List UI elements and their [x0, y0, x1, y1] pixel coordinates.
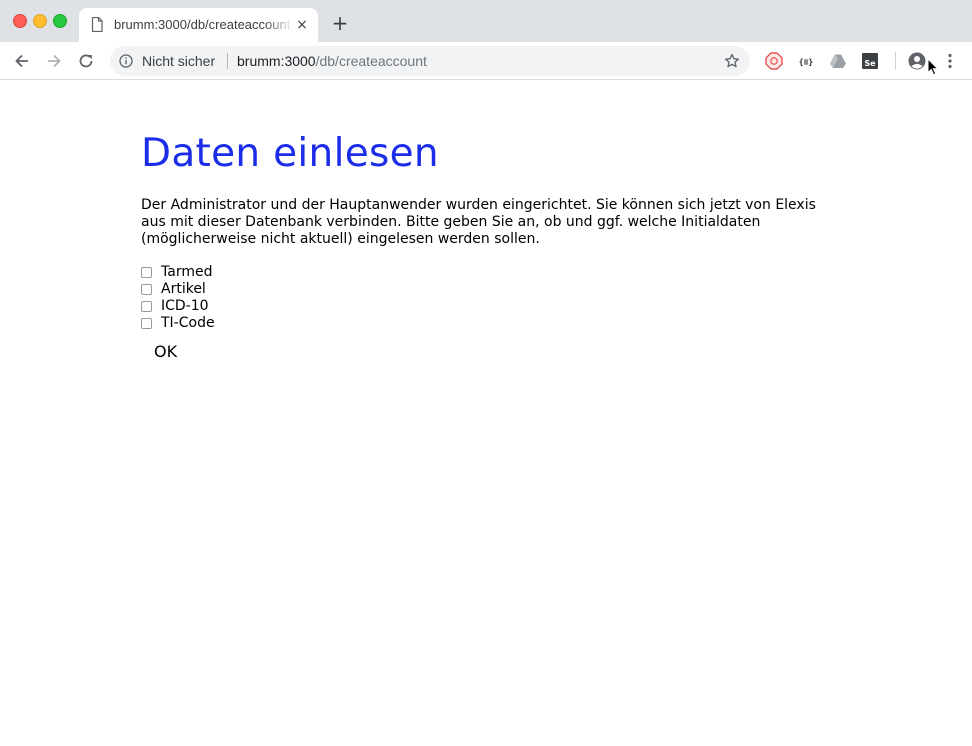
- svg-text:Se: Se: [864, 59, 876, 68]
- new-tab-button[interactable]: +: [331, 13, 349, 33]
- forward-icon[interactable]: [44, 51, 64, 71]
- url-path: /db/createaccount: [315, 53, 427, 69]
- option-label: Artikel: [161, 281, 206, 297]
- menu-icon[interactable]: [941, 52, 959, 70]
- address-bar[interactable]: Nicht sicher brumm:3000/db/createaccount: [110, 46, 750, 76]
- intro-text: Der Administrator und der Hauptanwender …: [141, 197, 816, 247]
- tab-strip: brumm:3000/db/createaccount × +: [0, 0, 972, 42]
- back-icon[interactable]: [12, 51, 32, 71]
- browser-toolbar: Nicht sicher brumm:3000/db/createaccount…: [0, 42, 972, 80]
- selenium-icon[interactable]: Se: [861, 52, 879, 70]
- reload-icon[interactable]: [76, 51, 96, 71]
- svg-text:{≡}: {≡}: [799, 58, 814, 67]
- option-label: Tarmed: [161, 264, 213, 280]
- info-icon[interactable]: [119, 54, 133, 68]
- security-label[interactable]: Nicht sicher: [142, 53, 215, 69]
- ok-button[interactable]: OK: [154, 342, 177, 361]
- browser-tab[interactable]: brumm:3000/db/createaccount ×: [79, 8, 318, 42]
- option-label: ICD-10: [161, 298, 209, 314]
- profile-icon[interactable]: [908, 52, 926, 70]
- toolbar-divider: [895, 52, 896, 70]
- omnibox-divider: [227, 53, 228, 69]
- maximize-window-button[interactable]: [53, 14, 67, 28]
- star-icon[interactable]: [724, 53, 740, 69]
- tab-close-icon[interactable]: ×: [294, 17, 310, 33]
- artikel-checkbox[interactable]: [141, 284, 152, 295]
- document-icon: [91, 17, 103, 32]
- ti-code-checkbox[interactable]: [141, 318, 152, 329]
- url-host: brumm:3000: [237, 53, 316, 69]
- option-label: TI-Code: [161, 315, 215, 331]
- drive-icon[interactable]: [829, 52, 847, 70]
- tab-title-fade: [264, 10, 294, 40]
- minimize-window-button[interactable]: [33, 14, 47, 28]
- tarmed-checkbox[interactable]: [141, 267, 152, 278]
- mouse-pointer-icon: [927, 58, 939, 76]
- icd10-checkbox[interactable]: [141, 301, 152, 312]
- page-title: Daten einlesen: [141, 131, 439, 176]
- adblock-icon[interactable]: [765, 52, 783, 70]
- json-icon[interactable]: {≡}: [797, 52, 815, 70]
- url-text[interactable]: brumm:3000/db/createaccount: [237, 53, 427, 69]
- close-window-button[interactable]: [13, 14, 27, 28]
